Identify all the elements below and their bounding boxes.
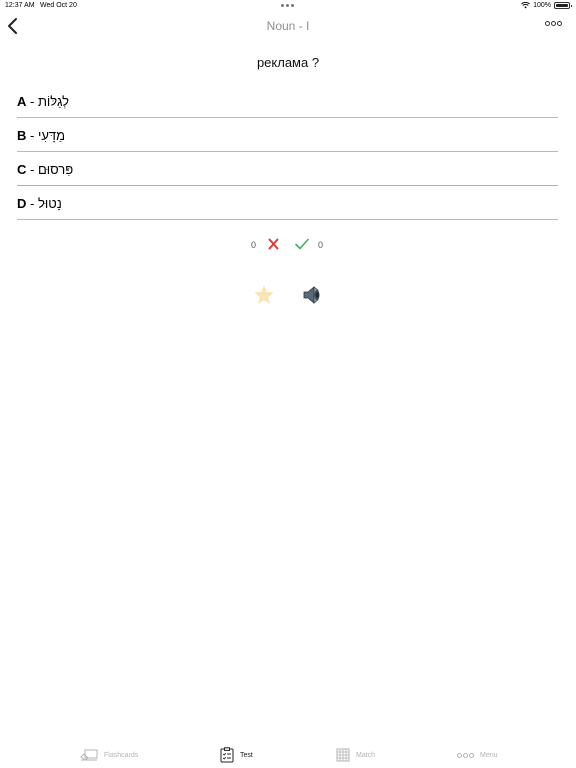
answer-option-d[interactable]: D - נָטוּל — [17, 186, 558, 220]
answer-text: פִּרסוּם — [37, 162, 74, 177]
answer-text: נָטוּל — [37, 196, 62, 211]
correct-count: 0 — [318, 240, 324, 250]
flashcards-icon — [80, 749, 98, 761]
tab-bar: Flashcards Test Match Menu — [0, 742, 576, 768]
tab-match[interactable]: Match — [336, 746, 375, 764]
tab-label: Flashcards — [104, 751, 139, 759]
wifi-icon — [521, 2, 531, 9]
status-date: Wed Oct 20 — [40, 2, 77, 9]
wrong-count: 0 — [251, 240, 257, 250]
answer-letter: D — [17, 196, 27, 211]
answer-letter: A — [17, 94, 27, 109]
navigation-bar: Noun - I — [0, 12, 576, 40]
tab-label: Menu — [480, 751, 498, 759]
more-options-icon[interactable] — [545, 21, 562, 26]
score-row: 0 0 — [0, 236, 576, 254]
tab-test[interactable]: Test — [220, 746, 253, 764]
answer-text: לְגַלּוֹת — [37, 94, 70, 109]
page-title: Noun - I — [266, 19, 310, 33]
match-grid-icon — [336, 748, 350, 762]
answer-option-a[interactable]: A - לְגַלּוֹת — [17, 84, 558, 118]
answer-option-b[interactable]: B - מַדָּעִי — [17, 118, 558, 152]
test-clipboard-icon — [220, 747, 234, 763]
question-text: реклама ? — [256, 55, 320, 70]
tab-flashcards[interactable]: Flashcards — [80, 746, 138, 764]
answer-list: A - לְגַלּוֹת B - מַדָּעִי C - פִּרסוּם … — [17, 84, 558, 220]
tab-label: Match — [356, 751, 376, 759]
multitasking-dots-icon[interactable] — [281, 4, 294, 7]
correct-check-icon — [295, 238, 309, 250]
wrong-x-icon — [268, 238, 279, 250]
speaker-audio-icon[interactable] — [302, 286, 322, 304]
status-right: 100% — [521, 2, 572, 9]
status-bar: 12:37 AM Wed Oct 20 100% — [0, 0, 576, 12]
status-time: 12:37 AM — [5, 2, 35, 9]
tab-menu[interactable]: Menu — [457, 746, 498, 764]
battery-percent: 100% — [533, 2, 551, 9]
tab-label: Test — [240, 751, 253, 759]
answer-letter: C — [17, 162, 27, 177]
menu-dots-icon — [457, 752, 474, 758]
answer-text: מַדָּעִי — [37, 128, 66, 143]
answer-letter: B — [17, 128, 27, 143]
answer-option-c[interactable]: C - פִּרסוּם — [17, 152, 558, 186]
battery-icon — [554, 2, 572, 9]
star-favorite-icon[interactable] — [253, 284, 275, 306]
